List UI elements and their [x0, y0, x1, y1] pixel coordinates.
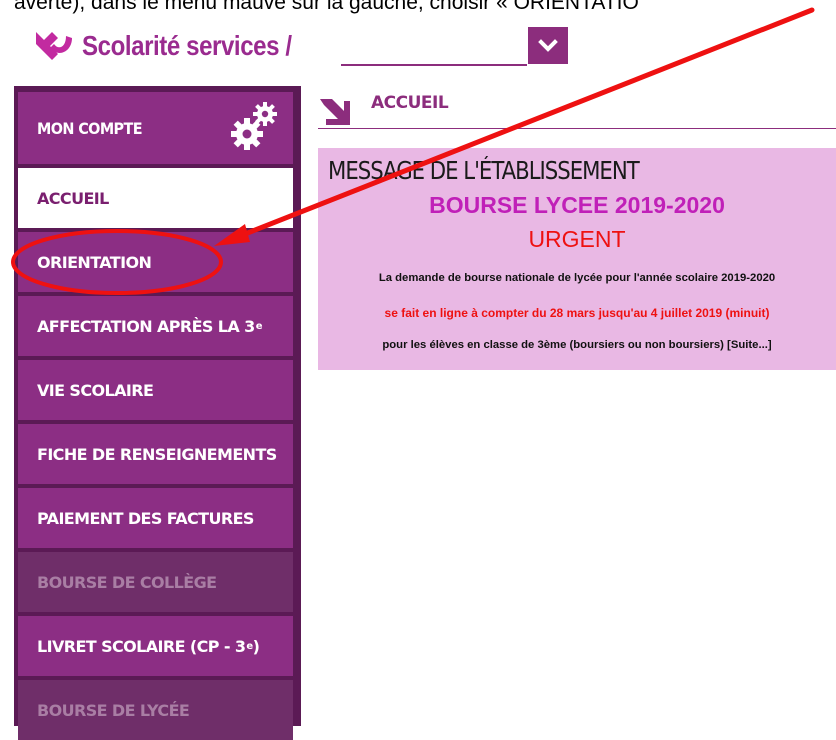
sidebar-item-label: AFFECTATION APRÈS LA 3	[37, 316, 255, 336]
message-headline: BOURSE LYCEE 2019-2020	[429, 192, 725, 218]
sidebar-item-affectation[interactable]: AFFECTATION APRÈS LA 3e	[18, 296, 293, 356]
message-title: MESSAGE DE L'ÉTABLISSEMENT	[328, 156, 640, 185]
sidebar-item-label: LIVRET SCOLAIRE (CP - 3	[37, 636, 246, 656]
establishment-select-underline	[341, 64, 527, 66]
message-line: La demande de bourse nationale de lycée …	[378, 272, 776, 284]
sidebar-item-fiche-renseignements[interactable]: FICHE DE RENSEIGNEMENTS	[18, 424, 293, 484]
breadcrumb-divider	[318, 128, 836, 129]
sidebar-item-label: ORIENTATION	[37, 252, 152, 272]
sidebar-item-orientation[interactable]: ORIENTATION	[18, 232, 293, 292]
message-line-more-link[interactable]: pour les élèves en classe de 3ème (bours…	[318, 339, 836, 351]
breadcrumb: ACCUEIL	[371, 93, 449, 113]
sidebar-item-label: FICHE DE RENSEIGNEMENTS	[37, 444, 277, 464]
brand-title: Scolarité services /	[82, 30, 292, 61]
sidebar-item-label-suffix: )	[252, 636, 260, 656]
sidebar-item-label: BOURSE DE LYCÉE	[37, 700, 190, 720]
message-urgent: URGENT	[528, 226, 626, 252]
sidebar-item-bourse-lycee: BOURSE DE LYCÉE	[18, 680, 293, 740]
sidebar-item-label: PAIEMENT DES FACTURES	[37, 508, 254, 528]
sidebar-item-paiement-factures[interactable]: PAIEMENT DES FACTURES	[18, 488, 293, 548]
arrow-down-right-icon	[320, 99, 350, 125]
sidebar-item-livret-scolaire[interactable]: LIVRET SCOLAIRE (CP - 3 e)	[18, 616, 293, 676]
logo-icon	[36, 32, 72, 60]
sidebar-item-mon-compte[interactable]: MON COMPTE	[18, 92, 293, 164]
superscript: e	[255, 320, 263, 332]
sidebar-item-accueil[interactable]: ACCUEIL	[18, 168, 293, 228]
instruction-caption: avérté), dans le menu mauve sur la gauch…	[14, 0, 639, 14]
chevron-down-icon	[538, 38, 558, 52]
gears-icon	[231, 102, 277, 150]
message-line-highlight: se fait en ligne à compter du 28 mars ju…	[384, 306, 770, 320]
sidebar-item-label: MON COMPTE	[37, 118, 143, 138]
sidebar-item-bourse-college: BOURSE DE COLLÈGE	[18, 552, 293, 612]
establishment-message-panel: MESSAGE DE L'ÉTABLISSEMENT BOURSE LYCEE …	[318, 148, 836, 370]
sidebar-item-vie-scolaire[interactable]: VIE SCOLAIRE	[18, 360, 293, 420]
sidebar-item-label: VIE SCOLAIRE	[37, 380, 154, 400]
sidebar-item-label: BOURSE DE COLLÈGE	[37, 572, 217, 592]
sidebar-item-label: ACCUEIL	[37, 188, 109, 208]
establishment-select-button[interactable]	[528, 27, 568, 64]
sidebar-menu: MON COMPTE ACCUEIL ORIENTATION AFFECTATI…	[14, 86, 301, 740]
